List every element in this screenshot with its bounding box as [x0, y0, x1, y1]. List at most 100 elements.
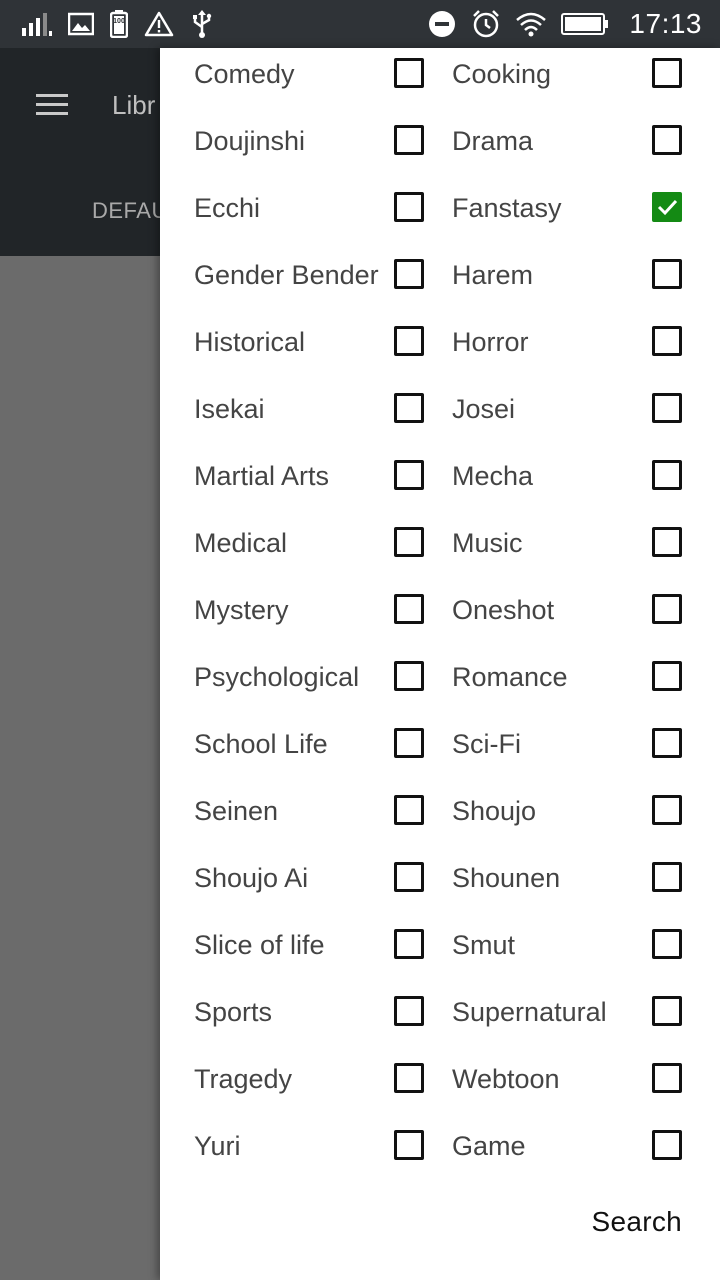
genre-label[interactable]: Music [452, 526, 523, 560]
battery-full-icon [561, 12, 609, 36]
genre-row: Yuri Game [160, 1117, 720, 1184]
genre-row: Slice of life Smut [160, 916, 720, 983]
genre-row: Mystery Oneshot [160, 581, 720, 648]
genre-checkbox[interactable] [394, 259, 424, 289]
genre-row: Doujinshi Drama [160, 112, 720, 179]
genre-checkbox[interactable] [394, 58, 424, 88]
genre-label[interactable]: Medical [194, 526, 287, 560]
genre-checkbox[interactable] [652, 594, 682, 624]
genre-checkbox[interactable] [394, 728, 424, 758]
genre-checkbox[interactable] [394, 795, 424, 825]
genre-checkbox[interactable] [652, 929, 682, 959]
search-button[interactable]: Search [591, 1206, 682, 1238]
battery-icon: 100 [110, 10, 128, 38]
genre-label[interactable]: Romance [452, 660, 568, 694]
genre-checkbox[interactable] [394, 594, 424, 624]
status-bar: 100 17:13 [0, 0, 720, 48]
check-icon [657, 199, 678, 216]
genre-checkbox[interactable] [652, 996, 682, 1026]
genre-label[interactable]: Mystery [194, 593, 289, 627]
genre-label[interactable]: Supernatural [452, 995, 607, 1029]
genre-label[interactable]: Seinen [194, 794, 278, 828]
genre-checkbox[interactable] [394, 661, 424, 691]
genre-checkbox[interactable] [652, 1130, 682, 1160]
genre-row: Historical Horror [160, 313, 720, 380]
genre-filter-drawer: Comedy Cooking Doujinshi Drama Ecchi Fanstasy… [160, 48, 720, 1280]
genre-checkbox[interactable] [394, 326, 424, 356]
genre-label[interactable]: Smut [452, 928, 515, 962]
genre-label[interactable]: Doujinshi [194, 124, 305, 158]
genre-row: Shoujo Ai Shounen [160, 849, 720, 916]
clock: 17:13 [629, 8, 702, 39]
genre-label[interactable]: Mecha [452, 459, 533, 493]
genre-label[interactable]: Tragedy [194, 1062, 292, 1096]
genre-label[interactable]: Gender Bender [194, 258, 379, 292]
genre-label[interactable]: Horror [452, 325, 529, 359]
genre-checkbox[interactable] [394, 393, 424, 423]
genre-label[interactable]: Harem [452, 258, 533, 292]
genre-checkbox[interactable] [652, 326, 682, 356]
genre-row: Medical Music [160, 514, 720, 581]
genre-checkbox[interactable] [394, 1063, 424, 1093]
genre-label[interactable]: Comedy [194, 57, 295, 91]
genre-label[interactable]: Oneshot [452, 593, 554, 627]
image-icon [68, 12, 94, 36]
genre-label[interactable]: Ecchi [194, 191, 260, 225]
genre-row: Martial Arts Mecha [160, 447, 720, 514]
tab-default[interactable]: DEFAU [92, 198, 168, 224]
genre-label[interactable]: Josei [452, 392, 515, 426]
genre-label[interactable]: Webtoon [452, 1062, 560, 1096]
genre-checkbox[interactable] [394, 996, 424, 1026]
genre-checkbox[interactable] [394, 1130, 424, 1160]
warning-icon [144, 11, 174, 37]
genre-row: Ecchi Fanstasy [160, 179, 720, 246]
genre-row: School Life Sci-Fi [160, 715, 720, 782]
signal-icon [22, 12, 52, 36]
genre-checkbox[interactable] [652, 728, 682, 758]
genre-label[interactable]: Yuri [194, 1129, 241, 1163]
battery-percent: 100 [113, 18, 125, 25]
genre-label[interactable]: Cooking [452, 57, 551, 91]
genre-label[interactable]: Sci-Fi [452, 727, 521, 761]
genre-label[interactable]: Shoujo [452, 794, 536, 828]
genre-checkbox[interactable] [652, 862, 682, 892]
genre-checkbox[interactable] [652, 192, 682, 222]
genre-checkbox[interactable] [394, 527, 424, 557]
genre-label[interactable]: Historical [194, 325, 305, 359]
menu-icon[interactable] [36, 94, 68, 118]
genre-checkbox[interactable] [652, 460, 682, 490]
genre-checkbox[interactable] [394, 460, 424, 490]
genre-checkbox[interactable] [652, 795, 682, 825]
genre-label[interactable]: Isekai [194, 392, 265, 426]
app-title: Libr [112, 90, 156, 120]
genre-label[interactable]: Shounen [452, 861, 560, 895]
genre-row: Gender Bender Harem [160, 246, 720, 313]
genre-checkbox[interactable] [652, 661, 682, 691]
genre-label[interactable]: Martial Arts [194, 459, 329, 493]
genre-checkbox[interactable] [652, 527, 682, 557]
genre-label[interactable]: Sports [194, 995, 272, 1029]
genre-checkbox[interactable] [394, 125, 424, 155]
genre-checkbox[interactable] [652, 393, 682, 423]
genre-label[interactable]: Shoujo Ai [194, 861, 308, 895]
genre-checkbox[interactable] [652, 58, 682, 88]
genre-label[interactable]: Slice of life [194, 928, 325, 962]
do-not-disturb-icon [427, 9, 457, 39]
genre-checkbox[interactable] [394, 192, 424, 222]
genre-label[interactable]: Game [452, 1129, 526, 1163]
genre-row: Seinen Shoujo [160, 782, 720, 849]
genre-checkbox[interactable] [394, 862, 424, 892]
genre-checkbox[interactable] [394, 929, 424, 959]
genre-row: Comedy Cooking [160, 45, 720, 112]
usb-icon [190, 10, 214, 38]
genre-label[interactable]: Fanstasy [452, 191, 562, 225]
genre-label[interactable]: School Life [194, 727, 328, 761]
alarm-icon [471, 9, 501, 39]
genre-checkbox[interactable] [652, 1063, 682, 1093]
genre-label[interactable]: Drama [452, 124, 533, 158]
genre-checkbox[interactable] [652, 125, 682, 155]
genre-checkbox[interactable] [652, 259, 682, 289]
genre-label[interactable]: Psychological [194, 660, 359, 694]
genre-row: Sports Supernatural [160, 983, 720, 1050]
genre-row: Psychological Romance [160, 648, 720, 715]
